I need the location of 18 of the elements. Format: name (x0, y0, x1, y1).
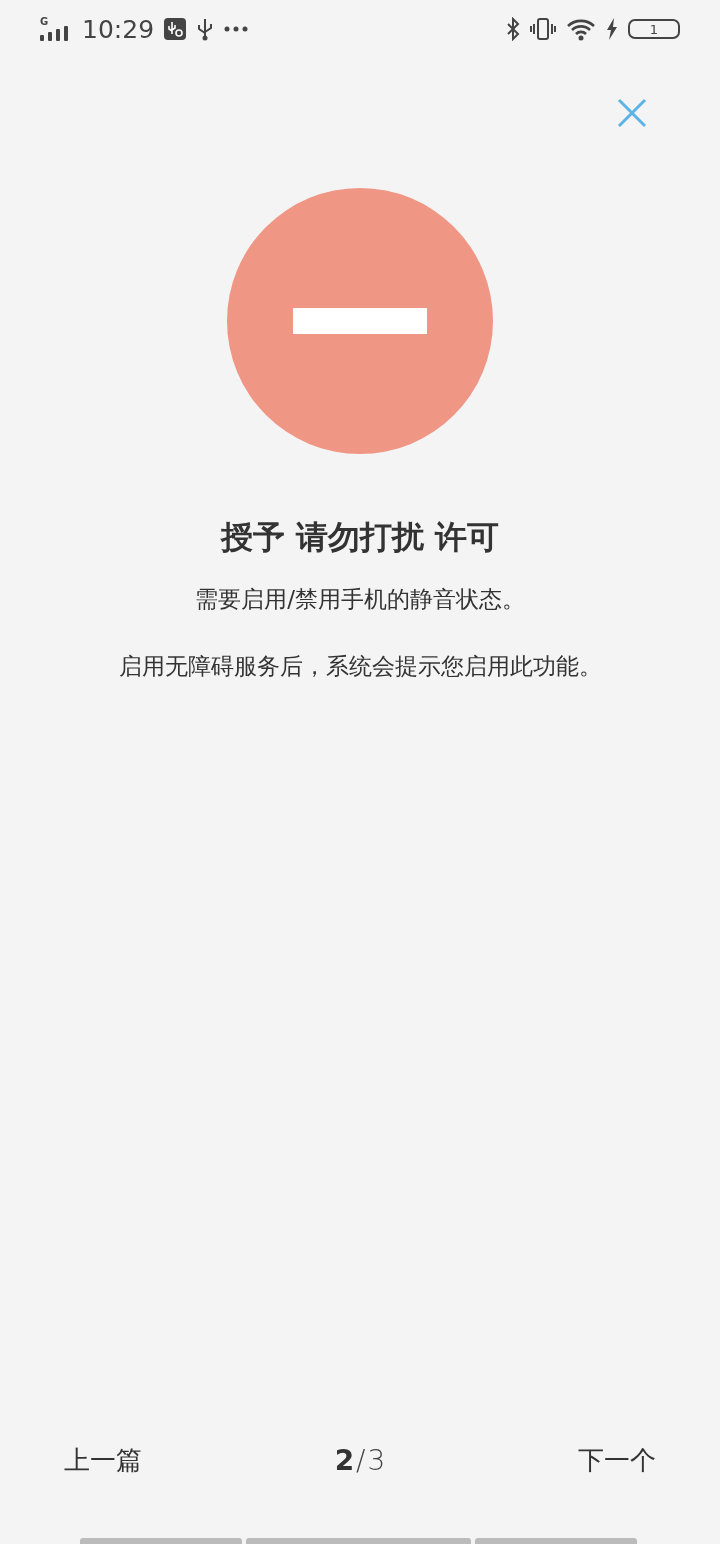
dialog-title: 授予 请勿打扰 许可 (220, 517, 500, 558)
description-text: 需要启用/禁用手机的静音状态。 (195, 585, 525, 614)
wifi-icon (566, 17, 596, 41)
description-text: 启用无障碍服务后，系统会提示您启用此功能。 (118, 652, 602, 681)
status-time: 10:29 (82, 14, 155, 44)
charging-icon (606, 18, 618, 40)
bluetooth-icon (506, 17, 520, 41)
current-page: 2 (334, 1444, 355, 1477)
more-icon (224, 26, 249, 32)
previous-button[interactable]: 上一篇 (64, 1443, 142, 1478)
battery-level: 1 (649, 22, 659, 36)
page-separator: / (356, 1444, 366, 1477)
usb-icon (196, 17, 215, 41)
usb-settings-icon (164, 18, 187, 40)
total-pages: 3 (367, 1444, 386, 1477)
close-icon[interactable] (617, 98, 647, 128)
vibrate-icon (530, 17, 556, 41)
next-button[interactable]: 下一个 (578, 1443, 656, 1478)
